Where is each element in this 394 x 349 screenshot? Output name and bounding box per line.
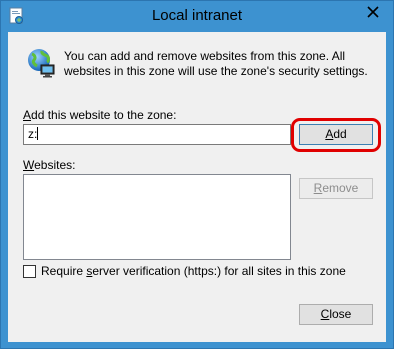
zone-description: You can add and remove websites from thi… — [64, 49, 368, 78]
dialog-window: Local intranet You can add and remove we… — [0, 0, 394, 349]
intranet-globe-icon — [25, 47, 57, 79]
https-verification-label: Require server verification (https:) for… — [41, 264, 346, 278]
https-verification-option[interactable]: Require server verification (https:) for… — [23, 264, 346, 278]
website-input[interactable]: z: — [23, 124, 291, 145]
window-title: Local intranet — [151, 7, 243, 24]
websites-list[interactable] — [23, 174, 291, 260]
websites-label: Websites: — [23, 158, 76, 172]
dialog-body: You can add and remove websites from thi… — [8, 32, 386, 342]
close-icon[interactable] — [359, 2, 387, 22]
https-verification-checkbox[interactable] — [23, 264, 36, 278]
title-bar[interactable]: Local intranet — [1, 1, 393, 32]
close-button[interactable]: Close — [299, 304, 373, 325]
add-website-label: Add this website to the zone: — [23, 108, 177, 122]
remove-button[interactable]: Remove — [299, 178, 373, 199]
add-button[interactable]: Add — [299, 124, 373, 145]
